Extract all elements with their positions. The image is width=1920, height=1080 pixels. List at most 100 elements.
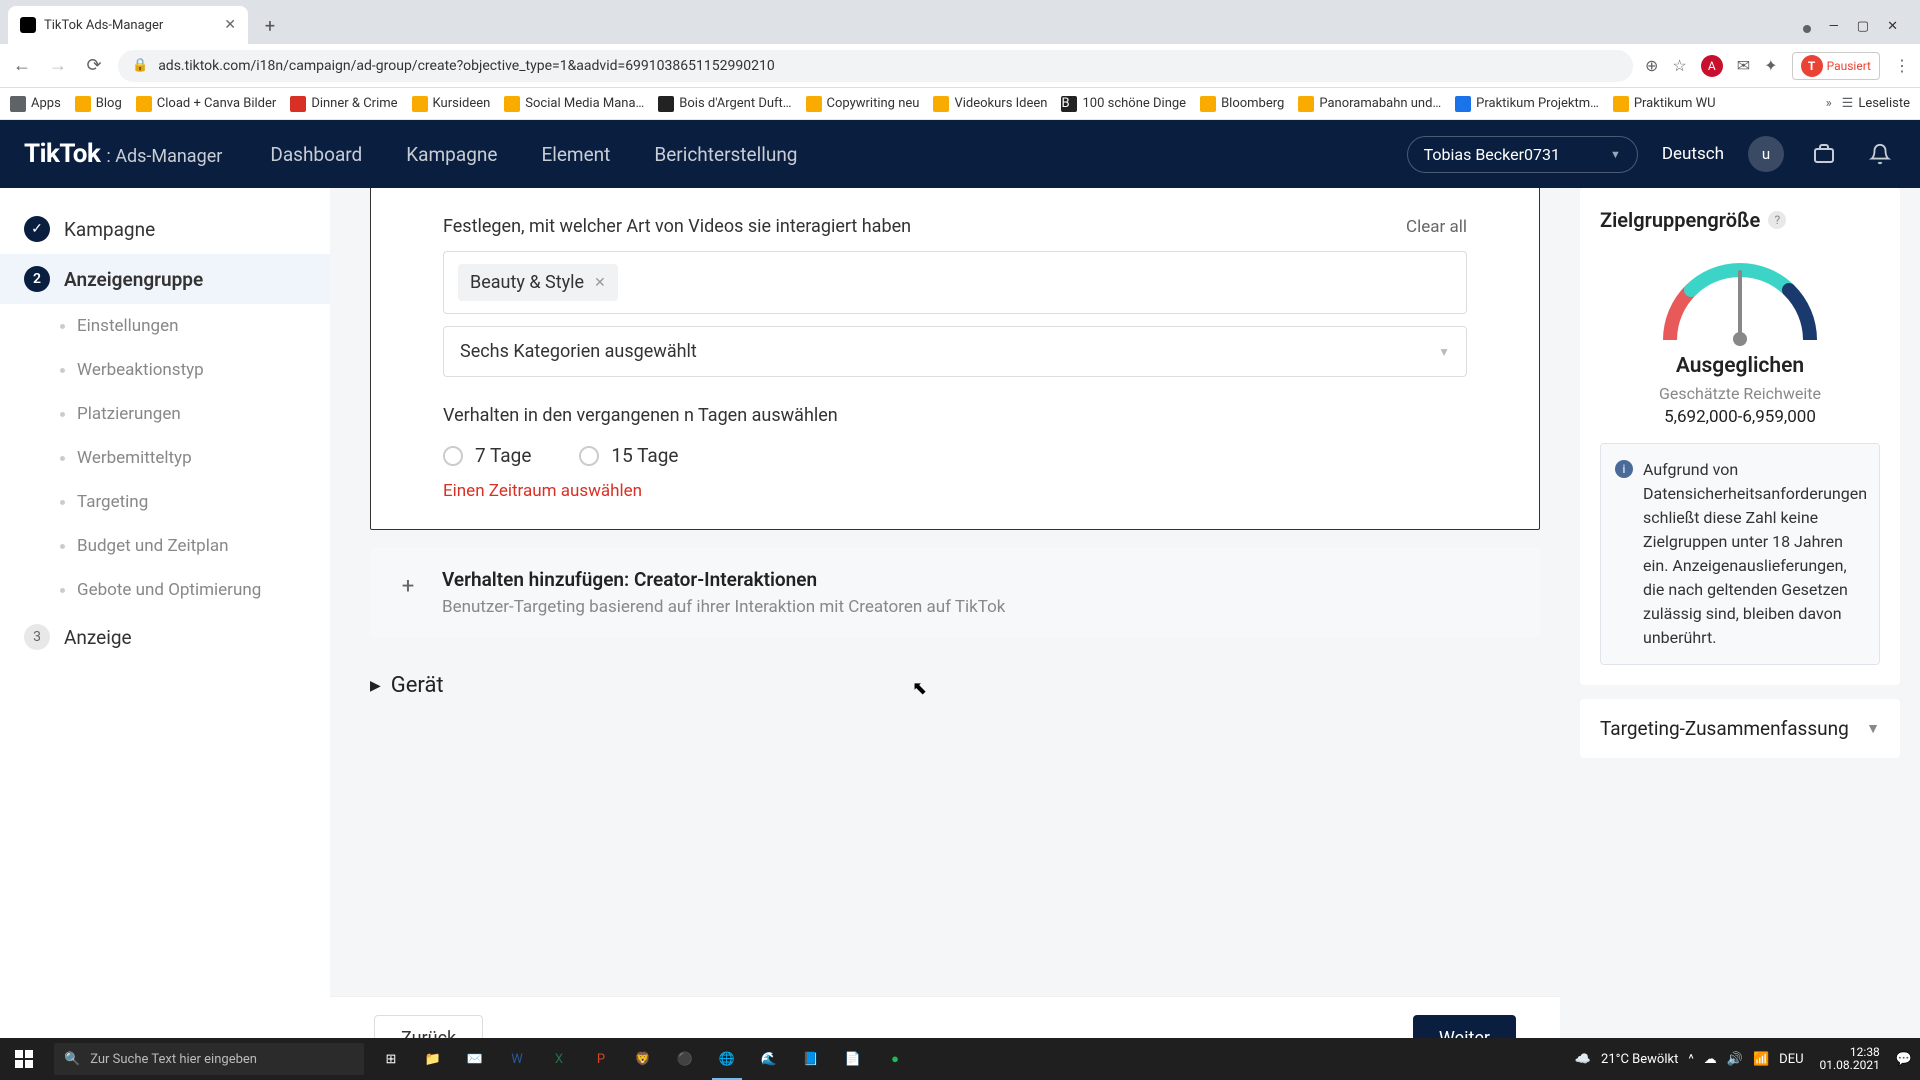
bookmark-item[interactable]: Bois d'Argent Duft… [658, 96, 791, 112]
nav-dashboard[interactable]: Dashboard [270, 143, 362, 166]
language-selector[interactable]: Deutsch [1662, 144, 1724, 164]
search-icon: 🔍 [64, 1052, 80, 1067]
app-icon[interactable]: 📘 [790, 1038, 832, 1080]
powerpoint-icon[interactable]: P [580, 1038, 622, 1080]
bookmarks-bar: Apps Blog Cload + Canva Bilder Dinner & … [0, 88, 1920, 120]
bookmark-item[interactable]: Panoramabahn und… [1298, 96, 1441, 112]
chrome-icon[interactable]: 🌐 [706, 1038, 748, 1080]
start-button[interactable] [0, 1038, 48, 1080]
reading-list-button[interactable]: ☰Leseliste [1842, 96, 1910, 111]
plus-icon: + [394, 572, 422, 600]
add-creator-interactions[interactable]: + Verhalten hinzufügen: Creator-Interakt… [370, 548, 1540, 637]
bookmark-item[interactable]: Copywriting neu [806, 96, 920, 112]
bookmark-item[interactable]: Social Media Mana… [504, 96, 644, 112]
video-type-label: Festlegen, mit welcher Art von Videos si… [443, 216, 911, 237]
forward-button[interactable]: → [46, 54, 70, 78]
help-icon[interactable]: ? [1768, 211, 1786, 229]
volume-icon[interactable]: 🔊 [1727, 1052, 1743, 1067]
edge-icon[interactable]: 🌊 [748, 1038, 790, 1080]
bookmark-item[interactable]: Blog [75, 96, 122, 112]
substep-targeting[interactable]: Targeting [0, 480, 330, 524]
bookmark-item[interactable]: Praktikum WU [1613, 96, 1716, 112]
bookmark-item[interactable]: Bloomberg [1200, 96, 1284, 112]
mail-icon[interactable]: ✉ [1737, 56, 1750, 75]
nav-campaign[interactable]: Kampagne [406, 143, 497, 166]
targeting-summary-toggle[interactable]: Targeting-Zusammenfassung ▼ [1580, 699, 1900, 758]
puzzle-icon[interactable]: ✦ [1764, 56, 1777, 75]
nav-element[interactable]: Element [541, 143, 610, 166]
clear-all-link[interactable]: Clear all [1406, 217, 1467, 237]
adblock-icon[interactable]: A [1701, 55, 1723, 77]
logo[interactable]: TikTok : Ads-Manager [24, 139, 222, 169]
word-icon[interactable]: W [496, 1038, 538, 1080]
bookmark-star-icon[interactable]: ☆ [1672, 56, 1686, 75]
browser-tab-bar: TikTok Ads-Manager ✕ + — ▢ ✕ [0, 0, 1920, 44]
browser-tab[interactable]: TikTok Ads-Manager ✕ [8, 6, 248, 44]
audience-size-title: Zielgruppengröße [1600, 208, 1760, 232]
bell-icon[interactable] [1864, 138, 1896, 170]
radio-7-days[interactable]: 7 Tage [443, 444, 531, 467]
substep-placements[interactable]: Platzierungen [0, 392, 330, 436]
account-dot-icon[interactable] [1803, 25, 1811, 33]
logo-subtitle: : Ads-Manager [106, 146, 222, 167]
reach-value: 5,692,000-6,959,000 [1600, 407, 1880, 427]
tab-close-icon[interactable]: ✕ [224, 17, 236, 33]
bookmark-item[interactable]: Videokurs Ideen [933, 96, 1047, 112]
step-campaign[interactable]: ✓ Kampagne [0, 204, 330, 254]
substep-promotion-type[interactable]: Werbeaktionstyp [0, 348, 330, 392]
reload-button[interactable]: ⟳ [82, 54, 106, 78]
new-tab-button[interactable]: + [256, 12, 284, 40]
task-view-icon[interactable]: ⊞ [370, 1038, 412, 1080]
maximize-button[interactable]: ▢ [1857, 19, 1869, 34]
substep-settings[interactable]: Einstellungen [0, 304, 330, 348]
device-section-toggle[interactable]: ▶ Gerät [370, 665, 1540, 702]
user-avatar[interactable]: u [1748, 136, 1784, 172]
excel-icon[interactable]: X [538, 1038, 580, 1080]
bookmark-item[interactable]: Dinner & Crime [290, 96, 397, 112]
days-label: Verhalten in den vergangenen n Tagen aus… [443, 405, 1467, 426]
kebab-menu-icon[interactable]: ⋮ [1894, 56, 1910, 75]
substep-creative-type[interactable]: Werbemitteltyp [0, 436, 330, 480]
tray-chevron-icon[interactable]: ^ [1688, 1052, 1693, 1067]
apps-button[interactable]: Apps [10, 96, 61, 112]
back-button[interactable]: ← [10, 54, 34, 78]
account-selector[interactable]: Tobias Becker0731 ▼ [1407, 136, 1638, 173]
taskbar-search[interactable]: 🔍 Zur Suche Text hier eingeben [54, 1043, 364, 1075]
tag-remove-icon[interactable]: ✕ [594, 275, 606, 291]
category-tag-input[interactable]: Beauty & Style ✕ [443, 251, 1467, 314]
file-explorer-icon[interactable]: 📁 [412, 1038, 454, 1080]
obs-icon[interactable]: ⚫ [664, 1038, 706, 1080]
balanced-label: Ausgeglichen [1600, 354, 1880, 378]
weather-widget[interactable]: ☁️ 21°C Bewölkt [1575, 1052, 1679, 1067]
close-window-button[interactable]: ✕ [1887, 19, 1898, 34]
url-field[interactable]: 🔒 ads.tiktok.com/i18n/campaign/ad-group/… [118, 50, 1633, 82]
briefcase-icon[interactable] [1808, 138, 1840, 170]
bookmark-item[interactable]: Kursideen [412, 96, 491, 112]
wifi-icon[interactable]: 📶 [1753, 1052, 1769, 1067]
info-box: i Aufgrund von Datensicherheitsanforderu… [1600, 443, 1880, 665]
clock[interactable]: 12:38 01.08.2021 [1814, 1046, 1886, 1072]
mail-app-icon[interactable]: ✉️ [454, 1038, 496, 1080]
zoom-icon[interactable]: ⊕ [1645, 56, 1658, 75]
minimize-button[interactable]: — [1829, 19, 1839, 34]
address-bar: ← → ⟳ 🔒 ads.tiktok.com/i18n/campaign/ad-… [0, 44, 1920, 88]
categories-select[interactable]: Sechs Kategorien ausgewählt ▼ [443, 326, 1467, 377]
bookmark-item[interactable]: B100 schöne Dinge [1061, 96, 1186, 112]
bookmark-item[interactable]: Praktikum Projektm… [1455, 96, 1599, 112]
bookmarks-overflow-icon[interactable]: » [1826, 96, 1832, 111]
step-adgroup[interactable]: 2 Anzeigengruppe [0, 254, 330, 304]
language-indicator[interactable]: DEU [1779, 1052, 1803, 1067]
notepad-icon[interactable]: 📄 [832, 1038, 874, 1080]
nav-reporting[interactable]: Berichterstellung [654, 143, 797, 166]
profile-paused-pill[interactable]: T Pausiert [1792, 52, 1880, 80]
radio-15-days[interactable]: 15 Tage [579, 444, 678, 467]
notifications-icon[interactable]: 💬 [1896, 1052, 1912, 1067]
bookmark-item[interactable]: Cload + Canva Bilder [136, 96, 277, 112]
substep-bidding[interactable]: Gebote und Optimierung [0, 568, 330, 612]
brave-icon[interactable]: 🦁 [622, 1038, 664, 1080]
url-text: ads.tiktok.com/i18n/campaign/ad-group/cr… [158, 58, 775, 74]
substep-budget[interactable]: Budget und Zeitplan [0, 524, 330, 568]
cloud-sync-icon[interactable]: ☁ [1704, 1052, 1717, 1067]
spotify-icon[interactable]: ● [874, 1038, 916, 1080]
step-ad[interactable]: 3 Anzeige [0, 612, 330, 662]
